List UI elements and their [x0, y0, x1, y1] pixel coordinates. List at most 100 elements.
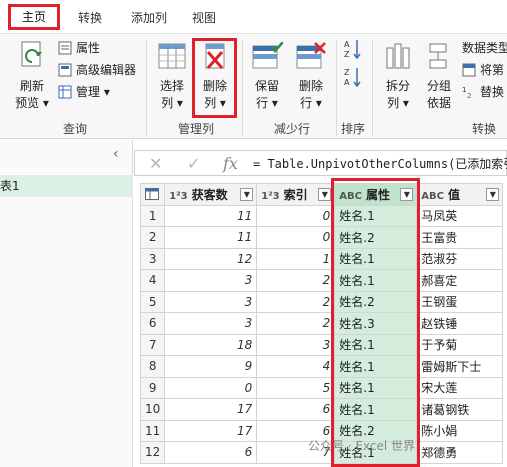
remove-rows-button[interactable]: 删除 行 ▾: [292, 40, 330, 112]
index-cell[interactable]: 3: [256, 333, 336, 356]
query-item[interactable]: 表1: [0, 175, 133, 197]
count-cell[interactable]: 12: [164, 247, 258, 270]
replace-values-button[interactable]: 12 替换: [462, 84, 507, 102]
table-row[interactable]: 5 3 2 姓名.2 王钢蛋: [139, 290, 504, 313]
advanced-editor-button[interactable]: 高级编辑器: [58, 62, 138, 80]
row-number[interactable]: 12: [139, 441, 166, 464]
choose-columns-icon: [158, 43, 186, 69]
formula-text[interactable]: = Table.UnpivotOtherColumns(已添加索引,: [253, 155, 507, 172]
table-row[interactable]: 7 18 3 姓名.1 于予菊: [139, 333, 504, 356]
row-number[interactable]: 2: [139, 226, 166, 249]
value-cell[interactable]: 诸葛钢铁: [416, 398, 504, 421]
row-number[interactable]: 4: [139, 269, 166, 292]
svg-text:2: 2: [467, 92, 471, 99]
row-number[interactable]: 10: [139, 398, 166, 421]
tab-home[interactable]: 主页: [8, 4, 60, 30]
svg-text:1: 1: [462, 86, 466, 94]
row-number[interactable]: 5: [139, 290, 166, 313]
table-row[interactable]: 2 11 0 姓名.2 王富贵: [139, 226, 504, 249]
row-number[interactable]: 9: [139, 376, 166, 399]
value-cell[interactable]: 王钢蛋: [416, 290, 504, 313]
transform-group-label: 转换: [471, 122, 496, 136]
count-cell[interactable]: 9: [164, 355, 258, 378]
number-type-icon[interactable]: 1²3: [169, 191, 187, 202]
filter-dropdown-icon[interactable]: ▼: [240, 188, 254, 201]
refresh-preview-button[interactable]: 刷新 预览 ▾: [12, 38, 52, 110]
row-number[interactable]: 1: [139, 204, 166, 227]
value-cell[interactable]: 郑德勇: [416, 441, 504, 464]
value-cell[interactable]: 于予菊: [416, 333, 504, 356]
group-by-button[interactable]: 分组 依据: [422, 40, 456, 112]
value-cell[interactable]: 马凤英: [416, 204, 504, 227]
split-column-button[interactable]: 拆分 列 ▾: [380, 40, 416, 112]
value-cell[interactable]: 范淑芬: [416, 247, 504, 270]
tab-transform[interactable]: 转换: [72, 5, 108, 31]
index-cell[interactable]: 2: [256, 290, 336, 313]
properties-button[interactable]: 属性: [58, 40, 128, 58]
count-cell[interactable]: 0: [164, 376, 258, 399]
table-menu-icon[interactable]: [139, 183, 166, 206]
index-cell[interactable]: 6: [256, 398, 336, 421]
data-grid: 1²3 获客数 ▼ 1²3 索引 ▼ ABC 属性 ▼ ABC 值 ▼ 1 11 0 姓名.1 马凤英 2…: [139, 183, 504, 464]
data-type-dropdown[interactable]: 数据类型: [462, 40, 507, 56]
value-cell[interactable]: 王富贵: [416, 226, 504, 249]
confirm-icon[interactable]: ✓: [187, 154, 200, 173]
column-header-count[interactable]: 1²3 获客数 ▼: [164, 183, 258, 206]
value-cell[interactable]: 陈小娟: [416, 419, 504, 442]
table-row[interactable]: 4 3 2 姓名.1 郝喜定: [139, 269, 504, 292]
keep-rows-button[interactable]: 保留 行 ▾: [248, 40, 286, 112]
filter-dropdown-icon[interactable]: ▼: [486, 188, 500, 201]
keep-rows-icon: [252, 42, 283, 69]
row-number[interactable]: 7: [139, 333, 166, 356]
table-row[interactable]: 10 17 6 姓名.1 诸葛钢铁: [139, 398, 504, 421]
table-row[interactable]: 9 0 5 姓名.1 宋大莲: [139, 376, 504, 399]
table-row[interactable]: 3 12 1 姓名.1 范淑芬: [139, 247, 504, 270]
choose-columns-button[interactable]: 选择 列 ▾: [154, 40, 190, 112]
index-cell[interactable]: 0: [256, 204, 336, 227]
row-number[interactable]: 6: [139, 312, 166, 335]
row-number[interactable]: 11: [139, 419, 166, 442]
row-number[interactable]: 3: [139, 247, 166, 270]
group-by-label-2: 依据: [426, 96, 451, 110]
index-cell[interactable]: 1: [256, 247, 336, 270]
count-cell[interactable]: 17: [164, 398, 258, 421]
fx-icon[interactable]: fx: [223, 154, 238, 173]
index-cell[interactable]: 2: [256, 269, 336, 292]
filter-dropdown-icon[interactable]: ▼: [318, 188, 332, 201]
value-cell[interactable]: 宋大莲: [416, 376, 504, 399]
count-cell[interactable]: 3: [164, 312, 258, 335]
count-cell[interactable]: 6: [164, 441, 258, 464]
column-header-value[interactable]: ABC 值 ▼: [416, 183, 504, 206]
choose-columns-label-2: 列 ▾: [161, 96, 183, 110]
count-cell[interactable]: 18: [164, 333, 258, 356]
text-type-icon[interactable]: ABC: [421, 191, 444, 202]
manage-button[interactable]: 管理 ▾: [58, 84, 128, 102]
tab-view[interactable]: 视图: [186, 5, 222, 31]
number-type-icon[interactable]: 1²3: [261, 191, 279, 202]
collapse-pane-icon[interactable]: ‹: [113, 146, 119, 162]
table-row[interactable]: 6 3 2 姓名.3 赵铁锤: [139, 312, 504, 335]
table-row[interactable]: 1 11 0 姓名.1 马凤英: [139, 204, 504, 227]
index-cell[interactable]: 4: [256, 355, 336, 378]
table-row[interactable]: 8 9 4 姓名.1 雷姆斯下士: [139, 355, 504, 378]
value-cell[interactable]: 郝喜定: [416, 269, 504, 292]
value-cell[interactable]: 赵铁锤: [416, 312, 504, 335]
count-cell[interactable]: 17: [164, 419, 258, 442]
tab-add-column[interactable]: 添加列: [124, 5, 174, 31]
sort-ascending-button[interactable]: A Z: [344, 38, 362, 60]
column-header-index[interactable]: 1²3 索引 ▼: [256, 183, 336, 206]
row-number[interactable]: 8: [139, 355, 166, 378]
use-first-row-button[interactable]: 将第: [462, 62, 507, 80]
count-cell[interactable]: 3: [164, 290, 258, 313]
sort-ascending-icon: A Z: [344, 40, 361, 60]
manage-columns-group-label: 管理列: [177, 122, 214, 136]
count-cell[interactable]: 11: [164, 204, 258, 227]
index-cell[interactable]: 5: [256, 376, 336, 399]
count-cell[interactable]: 3: [164, 269, 258, 292]
sort-descending-button[interactable]: Z A: [344, 66, 362, 88]
index-cell[interactable]: 2: [256, 312, 336, 335]
cancel-icon[interactable]: ✕: [149, 154, 162, 173]
index-cell[interactable]: 0: [256, 226, 336, 249]
count-cell[interactable]: 11: [164, 226, 258, 249]
value-cell[interactable]: 雷姆斯下士: [416, 355, 504, 378]
